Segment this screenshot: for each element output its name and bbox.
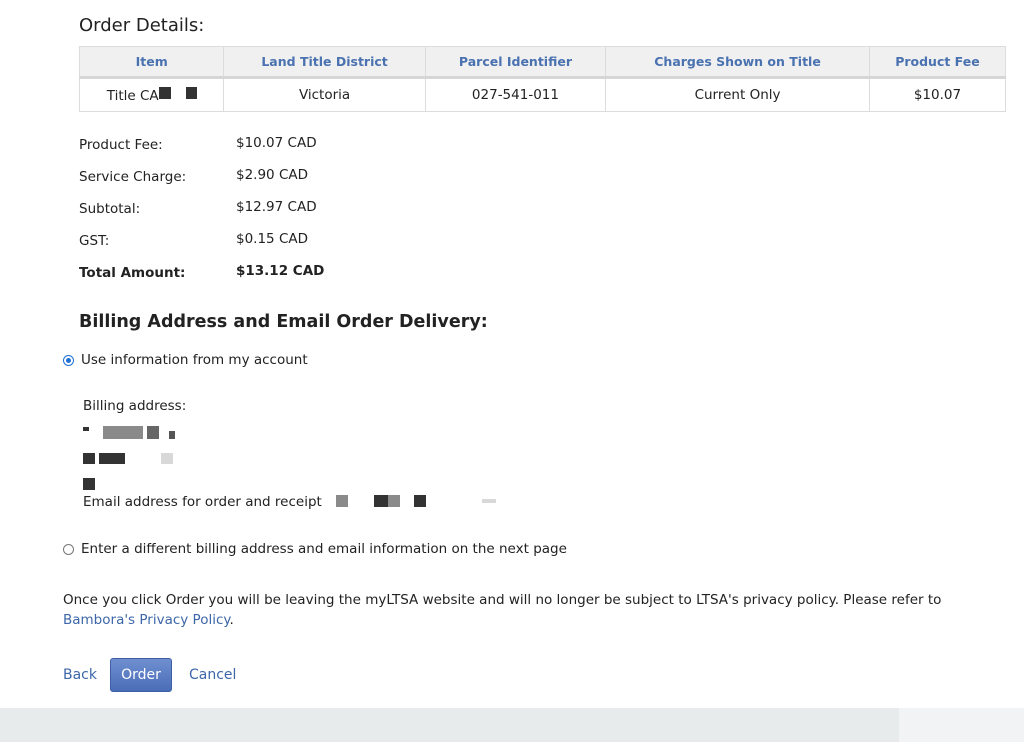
redacted-block bbox=[123, 426, 143, 439]
redacted-block bbox=[373, 495, 388, 507]
footer-bar-end bbox=[899, 708, 1024, 742]
radio-use-account[interactable] bbox=[63, 354, 74, 366]
redacted-block bbox=[169, 431, 175, 439]
col-charges-shown: Charges Shown on Title bbox=[605, 46, 870, 79]
fee-label: Product Fee: bbox=[79, 137, 163, 153]
fee-label: GST: bbox=[79, 233, 110, 249]
redacted-address-line-3 bbox=[83, 478, 95, 494]
use-account-option[interactable]: Use information from my account bbox=[63, 352, 308, 368]
fee-value: $13.12 CAD bbox=[236, 263, 325, 279]
redacted-address-line-2 bbox=[83, 452, 173, 468]
redacted-block bbox=[413, 495, 426, 507]
billing-address-label: Billing address: bbox=[83, 398, 187, 414]
order-details-heading: Order Details: bbox=[79, 15, 205, 36]
fee-label: Service Charge: bbox=[79, 169, 187, 185]
order-button[interactable]: Order bbox=[110, 658, 172, 692]
redacted-block bbox=[111, 453, 125, 464]
col-item: Item bbox=[78, 46, 225, 79]
fee-value: $0.15 CAD bbox=[236, 231, 308, 247]
cell-district: Victoria bbox=[223, 77, 426, 112]
back-link[interactable]: Back bbox=[63, 667, 97, 683]
fee-label: Total Amount: bbox=[79, 265, 186, 281]
redacted-block bbox=[185, 86, 197, 99]
cell-charges: Current Only bbox=[605, 77, 870, 112]
redacted-block bbox=[335, 495, 348, 507]
fee-value: $12.97 CAD bbox=[236, 199, 317, 215]
fee-value: $10.07 CAD bbox=[236, 135, 317, 151]
cell-pid: 027-541-011 bbox=[424, 77, 607, 112]
redacted-block bbox=[161, 453, 173, 464]
privacy-notice: Once you click Order you will be leaving… bbox=[63, 590, 1008, 630]
fee-value: $2.90 CAD bbox=[236, 167, 308, 183]
col-parcel-identifier: Parcel Identifier bbox=[424, 46, 607, 79]
redacted-block bbox=[481, 499, 496, 503]
col-land-title-district: Land Title District bbox=[223, 46, 426, 79]
redacted-block bbox=[158, 86, 171, 99]
order-table-header: Item Land Title District Parcel Identifi… bbox=[78, 46, 1007, 79]
billing-heading: Billing Address and Email Order Delivery… bbox=[79, 312, 488, 332]
table-row: Title CA Victoria 027-541-011 Current On… bbox=[78, 77, 1007, 112]
cancel-link[interactable]: Cancel bbox=[189, 667, 236, 683]
redacted-block bbox=[387, 495, 400, 507]
radio-different-billing[interactable] bbox=[63, 543, 74, 555]
privacy-notice-end: . bbox=[229, 612, 234, 628]
use-account-label: Use information from my account bbox=[81, 352, 308, 368]
redacted-block bbox=[103, 426, 123, 439]
email-line: Email address for order and receipt bbox=[83, 494, 496, 510]
col-product-fee: Product Fee bbox=[868, 46, 1007, 79]
redacted-block bbox=[83, 453, 95, 464]
privacy-notice-text: Once you click Order you will be leaving… bbox=[63, 592, 942, 608]
cell-item: Title CA bbox=[78, 77, 225, 112]
different-billing-label: Enter a different billing address and em… bbox=[81, 541, 567, 557]
redacted-address-line-1 bbox=[83, 426, 175, 443]
item-text: Title CA bbox=[106, 87, 159, 104]
fee-label: Subtotal: bbox=[79, 201, 141, 217]
email-label: Email address for order and receipt bbox=[83, 494, 322, 510]
redacted-block bbox=[99, 453, 111, 464]
action-buttons: Back Order Cancel bbox=[63, 658, 236, 692]
order-table: Item Land Title District Parcel Identifi… bbox=[78, 46, 1007, 112]
bambora-privacy-link[interactable]: Bambora's Privacy Policy bbox=[63, 612, 229, 628]
redacted-block bbox=[83, 478, 95, 490]
footer-bar bbox=[0, 708, 1024, 742]
redacted-block bbox=[147, 426, 159, 439]
cell-fee: $10.07 bbox=[868, 77, 1007, 112]
different-billing-option[interactable]: Enter a different billing address and em… bbox=[63, 541, 567, 557]
redacted-block bbox=[83, 427, 89, 431]
